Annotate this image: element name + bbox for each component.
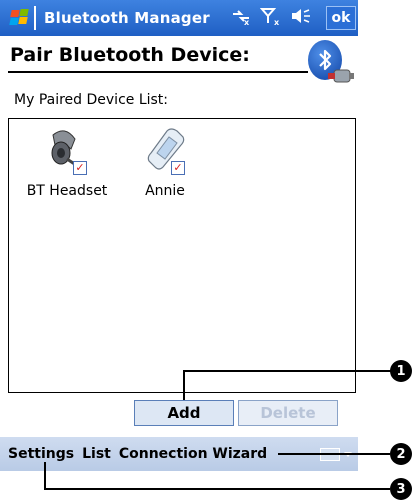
delete-button: Delete: [238, 400, 338, 426]
callout-badge-2: 2: [390, 443, 412, 465]
callout-badge-3: 3: [390, 478, 412, 500]
paired-check-icon: ✓: [73, 161, 87, 175]
status-icons: x x: [230, 0, 312, 36]
paired-device-list[interactable]: ✓ BT Headset ✓ Annie: [8, 118, 356, 393]
callout-badge-1: 1: [390, 360, 412, 382]
callout-line-3-vertical: [44, 462, 46, 490]
title-divider: [8, 71, 308, 73]
start-menu-icon[interactable]: [0, 0, 34, 36]
connector-plug-icon: [326, 64, 356, 90]
device-name: BT Headset: [26, 183, 108, 199]
svg-text:x: x: [274, 18, 280, 26]
connectivity-icon[interactable]: x: [230, 6, 252, 30]
app-title: Bluetooth Manager: [44, 9, 210, 27]
signal-icon[interactable]: x: [259, 6, 282, 30]
device-item-bt-headset[interactable]: ✓ BT Headset: [17, 127, 117, 199]
device-name: Annie: [145, 183, 185, 199]
title-separator: [34, 6, 36, 30]
callout-line-2: [278, 453, 390, 455]
callout-line-1-horizontal: [183, 370, 391, 372]
menu-list[interactable]: List: [82, 446, 111, 462]
callout-line-1-vertical: [183, 370, 185, 400]
ok-button[interactable]: ok: [326, 6, 356, 30]
menu-connection-wizard[interactable]: Connection Wizard: [119, 446, 267, 462]
callout-line-3-horizontal: [44, 488, 390, 490]
page-title: Pair Bluetooth Device:: [10, 44, 250, 66]
device-item-annie[interactable]: ✓ Annie: [115, 127, 215, 199]
menu-settings[interactable]: Settings: [8, 446, 74, 462]
paired-device-list-label: My Paired Device List:: [14, 92, 169, 108]
svg-text:x: x: [244, 18, 250, 26]
paired-check-icon: ✓: [171, 161, 185, 175]
add-button[interactable]: Add: [134, 400, 234, 426]
volume-icon[interactable]: [290, 6, 312, 30]
